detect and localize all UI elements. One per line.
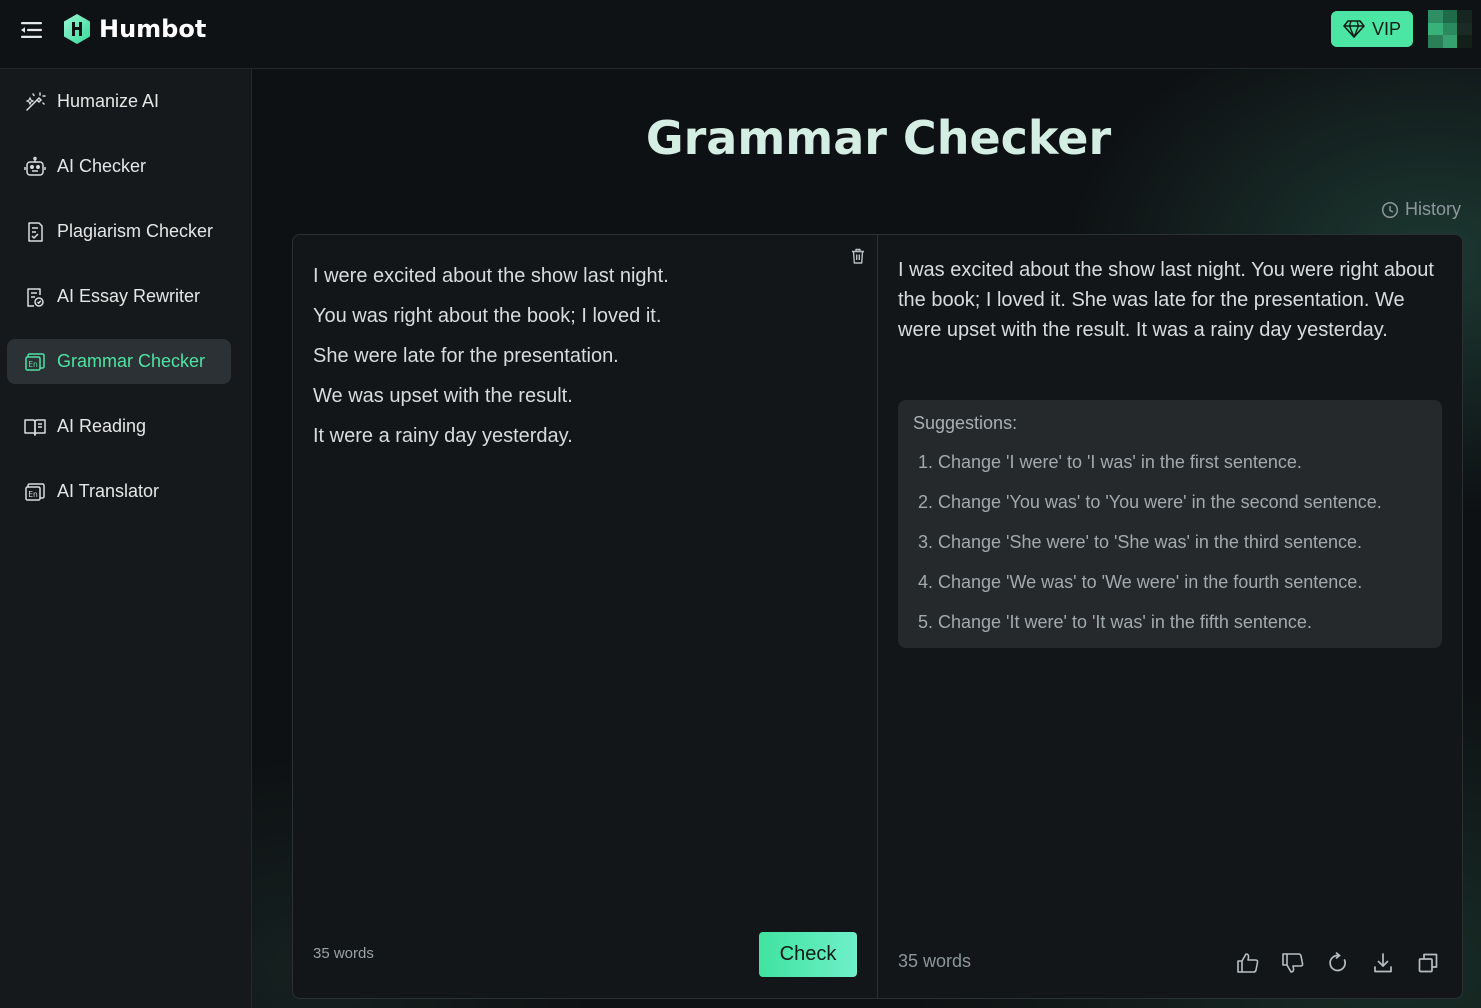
refresh-icon[interactable] [1325, 950, 1351, 976]
thumbs-down-icon[interactable] [1280, 950, 1306, 976]
robot-icon [23, 155, 47, 179]
magic-wand-icon [23, 90, 47, 114]
input-word-count: 35 words [313, 945, 374, 962]
svg-text:En: En [28, 490, 38, 499]
input-text[interactable]: I were excited about the show last night… [313, 256, 833, 456]
sidebar-item-ai-translator[interactable]: En AI Translator [7, 469, 231, 514]
essay-edit-icon [23, 285, 47, 309]
output-pane: I was excited about the show last night.… [878, 235, 1462, 998]
sidebar-item-label: Humanize AI [57, 91, 160, 111]
suggestion-item: Change 'It were' to 'It was' in the fift… [938, 602, 1427, 642]
clock-icon [1381, 201, 1399, 218]
avatar[interactable] [1428, 10, 1472, 48]
input-line: She were late for the presentation. [313, 345, 619, 367]
vip-button[interactable]: VIP [1331, 11, 1413, 47]
sidebar-item-plagiarism-checker[interactable]: Plagiarism Checker [7, 209, 231, 254]
corrected-text: I was excited about the show last night.… [898, 259, 1434, 341]
sidebar-item-label: Plagiarism Checker [57, 221, 214, 241]
sidebar-item-label: Grammar Checker [57, 351, 206, 371]
vip-label: VIP [1371, 18, 1401, 39]
trash-icon[interactable] [848, 245, 868, 267]
humbot-logo-icon [64, 14, 90, 44]
book-icon [23, 415, 47, 439]
suggestion-item: Change 'We was' to 'We were' in the four… [938, 562, 1427, 602]
input-pane[interactable]: I were excited about the show last night… [293, 235, 878, 998]
sidebar-item-label: AI Checker [57, 156, 147, 176]
suggestion-item: Change 'I were' to 'I was' in the first … [938, 442, 1427, 482]
diamond-icon [1343, 20, 1365, 38]
output-actions [1235, 950, 1460, 976]
sidebar-item-ai-essay-rewriter[interactable]: AI Essay Rewriter [7, 274, 231, 319]
suggestions-box: Suggestions: Change 'I were' to 'I was' … [898, 400, 1442, 648]
suggestion-item: Change 'She were' to 'She was' in the th… [938, 522, 1427, 562]
sidebar-item-ai-reading[interactable]: AI Reading [7, 404, 231, 449]
document-check-icon [23, 220, 47, 244]
sidebar-item-label: AI Translator [57, 481, 160, 501]
svg-text:En: En [28, 360, 38, 369]
input-line: I were excited about the show last night… [313, 265, 669, 287]
sidebar-item-grammar-checker[interactable]: En Grammar Checker [7, 339, 231, 384]
sidebar-item-humanize-ai[interactable]: Humanize AI [7, 79, 231, 124]
translate-icon: En [23, 480, 47, 504]
sidebar-item-label: AI Reading [57, 416, 147, 436]
history-button[interactable]: History [1381, 199, 1461, 220]
brand-logo[interactable]: Humbot [62, 12, 206, 46]
output-word-count: 35 words [898, 951, 972, 971]
download-icon[interactable] [1370, 950, 1396, 976]
hamburger-menu-icon[interactable] [20, 18, 44, 42]
main-area: Grammar Checker History I were excited a… [252, 69, 1481, 1008]
input-line: It were a rainy day yesterday. [313, 425, 573, 447]
brand-name: Humbot [99, 15, 207, 43]
top-bar: Humbot VIP [0, 0, 1481, 69]
input-line: We was upset with the result. [313, 385, 573, 407]
sidebar: Humanize AI AI Checker Plagiarism Checke… [0, 69, 252, 1008]
thumbs-up-icon[interactable] [1235, 950, 1261, 976]
editor-panel: I were excited about the show last night… [292, 234, 1463, 999]
suggestions-list: Change 'I were' to 'I was' in the first … [913, 442, 1427, 642]
grammar-en-icon: En [23, 350, 47, 374]
copy-icon[interactable] [1415, 950, 1441, 976]
sidebar-item-label: AI Essay Rewriter [57, 286, 201, 306]
suggestions-title: Suggestions: [913, 413, 1018, 433]
sidebar-item-ai-checker[interactable]: AI Checker [7, 144, 231, 189]
suggestion-item: Change 'You was' to 'You were' in the se… [938, 482, 1427, 522]
input-line: You was right about the book; I loved it… [313, 305, 662, 327]
page-title: Grammar Checker [645, 111, 1112, 165]
history-label: History [1405, 199, 1462, 219]
check-button[interactable]: Check [759, 932, 857, 977]
